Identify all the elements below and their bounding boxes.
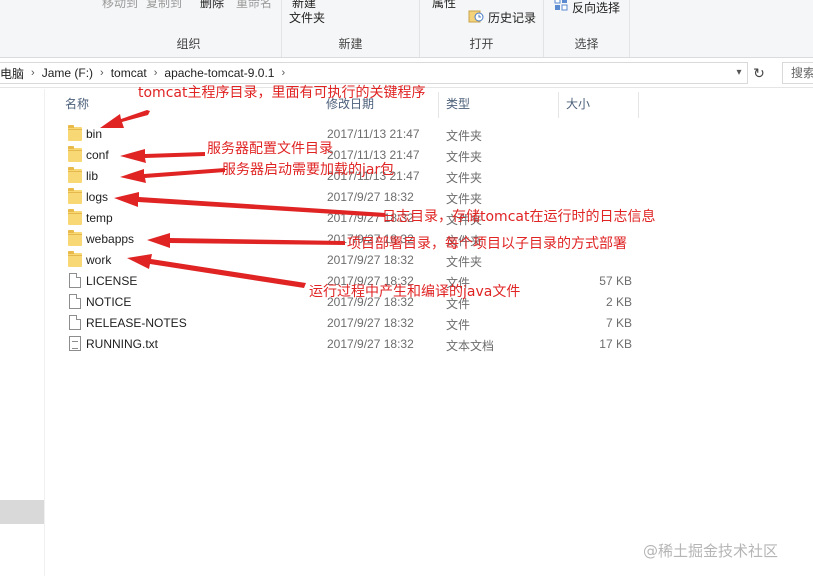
chevron-right-icon[interactable]: › bbox=[28, 67, 38, 79]
file-name: conf bbox=[86, 148, 109, 162]
column-header-size[interactable]: 大小 bbox=[566, 92, 590, 116]
file-name: temp bbox=[86, 211, 113, 225]
breadcrumb-tomcat[interactable]: tomcat bbox=[107, 66, 151, 80]
search-input[interactable]: 搜索 bbox=[782, 62, 813, 84]
column-divider[interactable] bbox=[638, 92, 639, 118]
file-size: 2 KB bbox=[605, 295, 632, 309]
column-header-name[interactable]: 名称 bbox=[65, 92, 89, 116]
breadcrumb-drive[interactable]: Jame (F:) bbox=[38, 66, 97, 80]
rename-button[interactable]: 重命名 bbox=[236, 0, 272, 11]
ribbon-group-organize: 移动到 复制到 删除 重命名 组织 bbox=[96, 0, 282, 57]
folder-icon bbox=[68, 125, 82, 141]
file-type: 文件夹 bbox=[446, 255, 483, 269]
chevron-down-icon[interactable]: ▾ bbox=[732, 64, 746, 82]
breadcrumb-apache-tomcat[interactable]: apache-tomcat-9.0.1 bbox=[160, 66, 278, 80]
folder-icon bbox=[68, 146, 82, 162]
file-type: 文件 bbox=[446, 318, 471, 332]
file-row-work[interactable]: work 2017/9/27 18:32 文件夹 bbox=[62, 250, 642, 271]
ribbon-group-select: 反向选择 选择 bbox=[544, 0, 630, 57]
annotation-conf: 服务器配置文件目录 bbox=[207, 141, 333, 157]
file-date: 2017/9/27 18:32 bbox=[327, 337, 414, 351]
file-type: 文件夹 bbox=[446, 192, 483, 206]
file-date: 2017/9/27 18:32 bbox=[327, 190, 414, 204]
annotation-bin: tomcat主程序目录，里面有可执行的关键程序 bbox=[138, 85, 426, 101]
folder-icon bbox=[68, 209, 82, 225]
ribbon-group-open: 属性 历史记录 打开 bbox=[420, 0, 544, 57]
breadcrumb-computer[interactable]: 电脑 bbox=[0, 65, 28, 82]
column-divider[interactable] bbox=[558, 92, 559, 118]
file-date: 2017/9/27 18:32 bbox=[327, 253, 414, 267]
refresh-icon[interactable]: ↻ bbox=[750, 62, 768, 84]
file-date: 2017/9/27 18:32 bbox=[327, 316, 414, 330]
file-name: logs bbox=[86, 190, 109, 204]
properties-button[interactable]: 属性 bbox=[432, 0, 456, 11]
file-type: 文本文档 bbox=[446, 339, 495, 353]
file-row-release-notes[interactable]: RELEASE-NOTES 2017/9/27 18:32 文件 7 KB bbox=[62, 313, 642, 334]
column-header-type[interactable]: 类型 bbox=[446, 92, 470, 116]
file-size: 7 KB bbox=[605, 316, 632, 330]
folder-icon bbox=[68, 230, 82, 246]
invert-selection-button[interactable]: 反向选择 bbox=[572, 0, 620, 16]
file-name: webapps bbox=[86, 232, 135, 246]
file-name: RELEASE-NOTES bbox=[86, 316, 187, 330]
copy-to-button[interactable]: 复制到 bbox=[146, 0, 182, 11]
file-icon bbox=[69, 273, 81, 288]
file-name: work bbox=[86, 253, 112, 267]
navigation-pane[interactable] bbox=[0, 89, 45, 576]
file-name: NOTICE bbox=[86, 295, 132, 309]
file-date: 2017/11/13 21:47 bbox=[327, 127, 420, 141]
ribbon-group-open-label: 打开 bbox=[469, 37, 494, 51]
file-row-logs[interactable]: logs 2017/9/27 18:32 文件夹 bbox=[62, 187, 642, 208]
file-row-running-txt[interactable]: RUNNING.txt 2017/9/27 18:32 文本文档 17 KB bbox=[62, 334, 642, 355]
ribbon-group-new: 新建 文件夹 新建 bbox=[282, 0, 420, 57]
ribbon: 移动到 复制到 删除 重命名 组织 新建 文件夹 新建 属性 历史记录 打开 反… bbox=[0, 0, 813, 58]
invert-selection-icon bbox=[554, 0, 570, 11]
file-size: 57 KB bbox=[599, 274, 632, 288]
ribbon-group-select-label: 选择 bbox=[574, 37, 599, 51]
file-type: 文件夹 bbox=[446, 150, 483, 164]
annotation-work: 运行过程中产生和编译的java文件 bbox=[309, 284, 521, 300]
column-divider[interactable] bbox=[438, 92, 439, 118]
folder-icon bbox=[68, 251, 82, 267]
delete-button[interactable]: 删除 bbox=[200, 0, 224, 11]
folder-icon bbox=[68, 188, 82, 204]
ribbon-group-new-label: 新建 bbox=[338, 37, 363, 51]
move-to-button[interactable]: 移动到 bbox=[102, 0, 138, 11]
chevron-right-icon[interactable]: › bbox=[278, 67, 288, 79]
breadcrumb[interactable]: 电脑 › Jame (F:) › tomcat › apache-tomcat-… bbox=[0, 62, 748, 84]
watermark: @稀土掘金技术社区 bbox=[643, 542, 779, 560]
annotation-logs: 日志目录，存储tomcat在运行时的日志信息 bbox=[382, 209, 656, 225]
folder-icon bbox=[68, 167, 82, 183]
file-row-bin[interactable]: bin 2017/11/13 21:47 文件夹 bbox=[62, 124, 642, 145]
nav-selected-item[interactable] bbox=[0, 500, 44, 524]
file-name: lib bbox=[86, 169, 99, 183]
file-name: LICENSE bbox=[86, 274, 138, 288]
file-type: 文件夹 bbox=[446, 129, 483, 143]
chevron-right-icon[interactable]: › bbox=[97, 67, 107, 79]
history-icon bbox=[468, 9, 484, 23]
new-folder-button[interactable]: 文件夹 bbox=[289, 9, 325, 26]
file-name: RUNNING.txt bbox=[86, 337, 158, 351]
file-size: 17 KB bbox=[599, 337, 632, 351]
file-icon bbox=[69, 315, 81, 330]
history-button[interactable]: 历史记录 bbox=[488, 9, 536, 26]
file-icon bbox=[69, 294, 81, 309]
chevron-right-icon[interactable]: › bbox=[151, 67, 161, 79]
annotation-lib: 服务器启动需要加载的jar包 bbox=[222, 162, 395, 178]
file-type: 文件夹 bbox=[446, 171, 483, 185]
annotation-webapps: 项目部署目录，每个项目以子目录的方式部署 bbox=[347, 236, 627, 252]
file-name: bin bbox=[86, 127, 103, 141]
text-document-icon bbox=[69, 336, 81, 351]
ribbon-group-organize-label: 组织 bbox=[176, 37, 201, 51]
